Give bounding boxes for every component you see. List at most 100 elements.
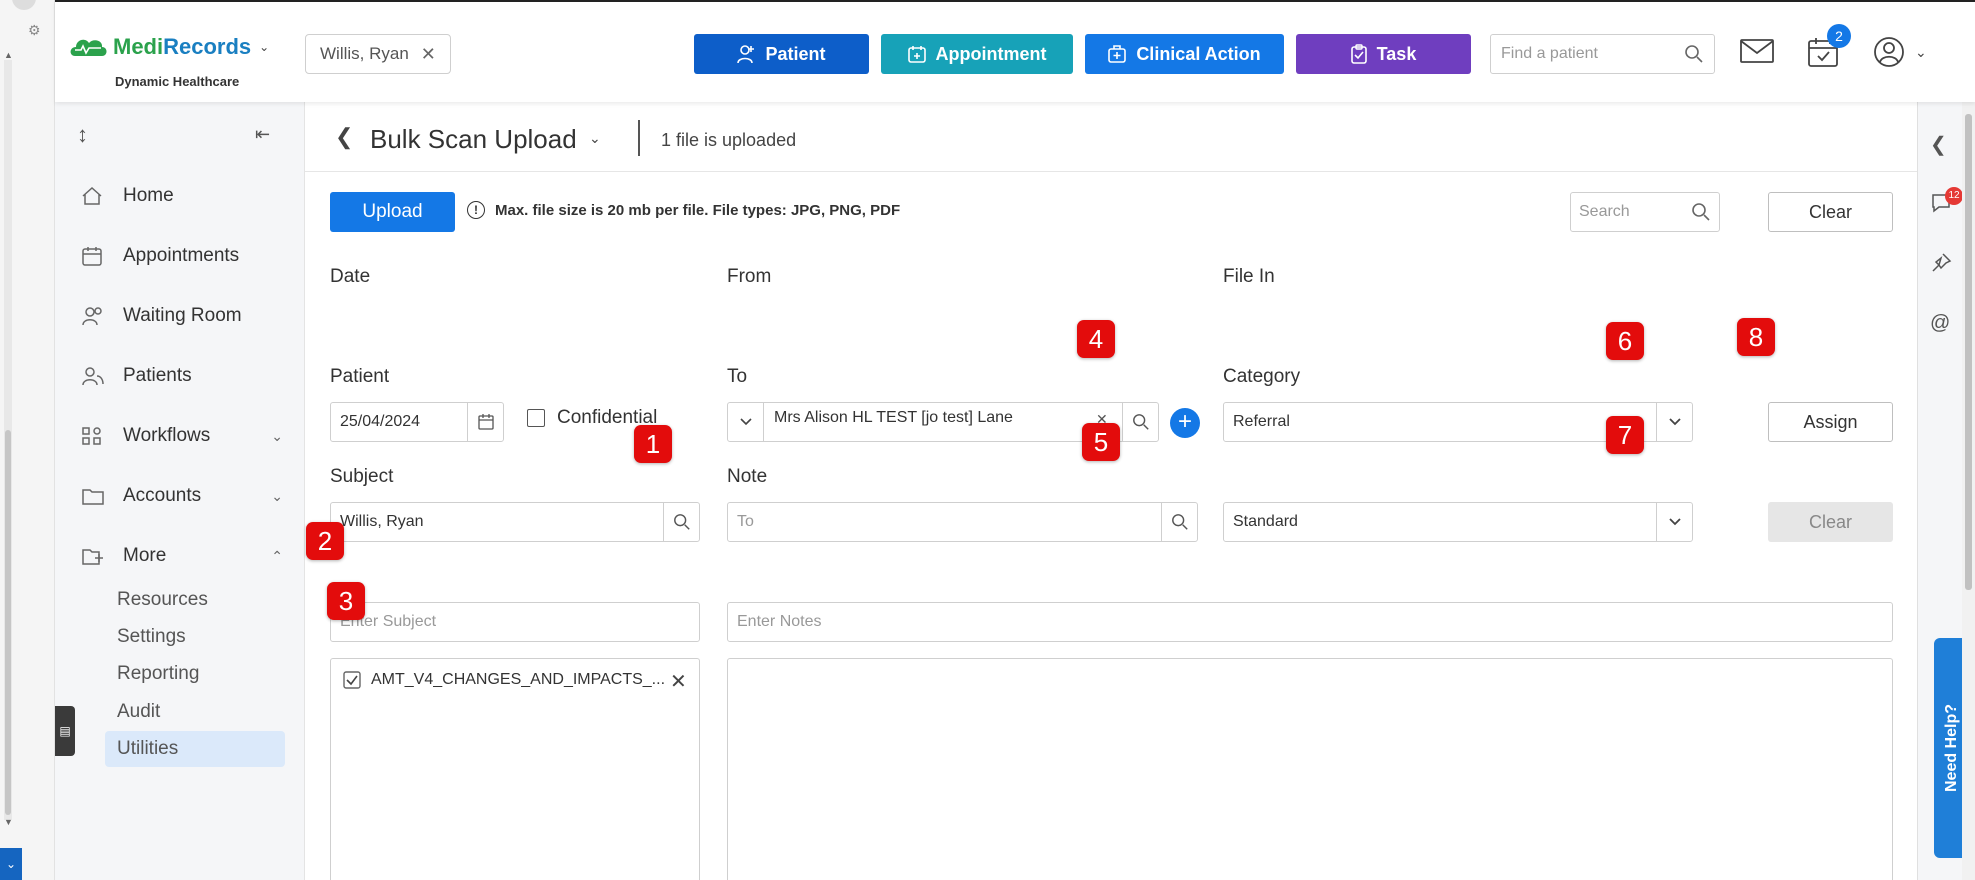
collapse-left-chevron-icon[interactable]: ❮ bbox=[1930, 132, 1947, 157]
scroll-down-icon[interactable]: ▼ bbox=[4, 817, 13, 827]
brand-logo[interactable]: MediRecords ⌄ bbox=[67, 34, 269, 60]
at-mention-icon[interactable]: @ bbox=[1930, 312, 1950, 335]
task-button-label: Task bbox=[1376, 43, 1417, 64]
from-value: Mrs Alison HL TEST [jo test] Lane bbox=[774, 409, 1013, 426]
note-input[interactable]: Enter Notes bbox=[727, 602, 1893, 642]
sidebar-tools: ↕ ⇤ bbox=[55, 122, 305, 152]
user-avatar-icon bbox=[1874, 37, 1904, 67]
patient-chip-label: Willis, Ryan bbox=[320, 44, 409, 63]
back-chevron-icon[interactable]: ❮ bbox=[335, 124, 353, 150]
chevron-down-icon: ⌄ bbox=[1915, 43, 1927, 60]
calendar-icon[interactable] bbox=[467, 403, 503, 441]
sidebar-item-label: More bbox=[123, 545, 167, 566]
sidebar-subitem-audit[interactable]: Audit bbox=[105, 694, 285, 730]
sidebar-item-accounts[interactable]: Accounts ⌄ bbox=[55, 474, 305, 518]
to-field[interactable]: To bbox=[727, 502, 1198, 542]
uploaded-file-list: AMT_V4_CHANGES_AND_IMPACTS_... ✕ bbox=[330, 658, 700, 880]
chevron-down-icon: ⌄ bbox=[271, 427, 283, 444]
search-icon[interactable] bbox=[1122, 403, 1158, 441]
confidential-checkbox[interactable] bbox=[527, 409, 545, 427]
date-label: Date bbox=[330, 266, 371, 287]
assign-button[interactable]: Assign bbox=[1768, 402, 1893, 442]
category-value: Standard bbox=[1233, 513, 1298, 530]
user-menu[interactable]: ⌄ bbox=[1873, 36, 1927, 68]
sidebar-subitem-resources[interactable]: Resources bbox=[105, 582, 285, 618]
annotation-marker-7: 7 bbox=[1606, 416, 1644, 454]
file-checkbox[interactable] bbox=[343, 671, 361, 689]
category-select[interactable]: Standard bbox=[1223, 502, 1693, 542]
chat-badge: 12 bbox=[1945, 187, 1963, 205]
sidebar-item-home[interactable]: Home bbox=[55, 174, 305, 218]
chevron-down-icon[interactable]: ⌄ bbox=[0, 848, 22, 880]
new-appointment-button[interactable]: Appointment bbox=[881, 34, 1073, 74]
search-input[interactable]: Search bbox=[1570, 192, 1720, 232]
appointment-button-label: Appointment bbox=[935, 43, 1047, 64]
expand-vertical-icon[interactable]: ↕ bbox=[77, 122, 88, 148]
print-tab-icon[interactable]: ▤ bbox=[55, 706, 75, 756]
remove-file-icon[interactable]: ✕ bbox=[670, 669, 687, 694]
patient-label: Patient bbox=[330, 366, 390, 387]
sidebar-subitem-reporting[interactable]: Reporting bbox=[105, 656, 285, 692]
find-patient-input[interactable]: Find a patient bbox=[1490, 34, 1715, 74]
chevron-down-icon[interactable]: ⌄ bbox=[259, 40, 269, 54]
collapse-sidebar-icon[interactable]: ⇤ bbox=[255, 124, 270, 145]
list-item[interactable]: AMT_V4_CHANGES_AND_IMPACTS_... ✕ bbox=[343, 671, 693, 693]
search-icon[interactable] bbox=[1161, 503, 1197, 541]
sidebar-item-more[interactable]: More ⌃ bbox=[55, 534, 305, 578]
sidebar-item-label: Appointments bbox=[123, 245, 240, 266]
annotation-marker-3: 3 bbox=[327, 582, 365, 620]
patients-icon bbox=[81, 366, 109, 386]
sidebar-item-workflows[interactable]: Workflows ⌄ bbox=[55, 414, 305, 458]
search-icon[interactable] bbox=[1691, 202, 1711, 222]
clinical-action-button[interactable]: Clinical Action bbox=[1085, 34, 1284, 74]
brand-subtitle: Dynamic Healthcare bbox=[115, 74, 240, 89]
search-icon[interactable] bbox=[663, 503, 699, 541]
patient-button-label: Patient bbox=[765, 43, 826, 64]
scrollbar-thumb[interactable] bbox=[5, 430, 11, 815]
clear-search-button[interactable]: Clear bbox=[1768, 192, 1893, 232]
page-titlebar: ❮ Bulk Scan Upload ⌄ 1 file is uploaded bbox=[305, 102, 1917, 172]
chevron-down-icon[interactable] bbox=[728, 403, 764, 441]
new-patient-button[interactable]: Patient bbox=[694, 34, 869, 74]
sidebar-subitem-settings[interactable]: Settings bbox=[105, 619, 285, 655]
sidebar-item-label: Waiting Room bbox=[123, 305, 242, 326]
subject-label: Subject bbox=[330, 466, 394, 487]
page-scrollbar[interactable] bbox=[1962, 102, 1975, 880]
sidebar-subitem-utilities[interactable]: Utilities bbox=[105, 731, 285, 767]
current-patient-chip[interactable]: Willis, Ryan ✕ bbox=[305, 34, 451, 74]
gear-icon[interactable]: ⚙ bbox=[28, 22, 41, 39]
calendar-icon bbox=[81, 246, 109, 266]
brand-name: MediRecords bbox=[113, 34, 252, 59]
pin-icon[interactable] bbox=[1930, 252, 1952, 280]
need-help-label: Need Help? bbox=[1943, 703, 1961, 793]
find-patient-placeholder: Find a patient bbox=[1501, 45, 1598, 62]
chevron-down-icon[interactable]: ⌄ bbox=[589, 130, 601, 147]
chevron-up-icon: ⌃ bbox=[271, 547, 283, 564]
chevron-down-icon[interactable] bbox=[1656, 503, 1692, 541]
file-info: ! Max. file size is 20 mb per file. File… bbox=[467, 201, 900, 219]
sidebar-item-patients[interactable]: Patients bbox=[55, 354, 305, 398]
date-field[interactable]: 25/04/2024 bbox=[330, 402, 504, 442]
people-icon bbox=[81, 306, 109, 326]
mail-icon[interactable] bbox=[1740, 38, 1774, 64]
clear-form-button[interactable]: Clear bbox=[1768, 502, 1893, 542]
patient-field[interactable]: Willis, Ryan bbox=[330, 502, 700, 542]
add-contact-button[interactable]: + bbox=[1170, 408, 1200, 438]
close-icon[interactable]: ✕ bbox=[421, 44, 436, 65]
sidebar-item-appointments[interactable]: Appointments bbox=[55, 234, 305, 278]
file-in-label: File In bbox=[1223, 266, 1275, 287]
sidebar-item-label: Home bbox=[123, 185, 174, 206]
file-info-text: Max. file size is 20 mb per file. File t… bbox=[495, 201, 901, 219]
sidebar-item-waiting-room[interactable]: Waiting Room bbox=[55, 294, 305, 338]
chevron-down-icon[interactable] bbox=[1656, 403, 1692, 441]
scroll-up-icon[interactable]: ▲ bbox=[4, 50, 13, 60]
from-label: From bbox=[727, 266, 772, 287]
search-icon[interactable] bbox=[1684, 44, 1704, 64]
subject-input[interactable]: Enter Subject bbox=[330, 602, 700, 642]
home-icon bbox=[81, 186, 109, 206]
page-title: Bulk Scan Upload bbox=[370, 124, 577, 154]
folder-icon bbox=[81, 486, 109, 506]
new-task-button[interactable]: Task bbox=[1296, 34, 1471, 74]
page-scrollbar-thumb[interactable] bbox=[1965, 114, 1972, 590]
upload-button[interactable]: Upload bbox=[330, 192, 455, 232]
